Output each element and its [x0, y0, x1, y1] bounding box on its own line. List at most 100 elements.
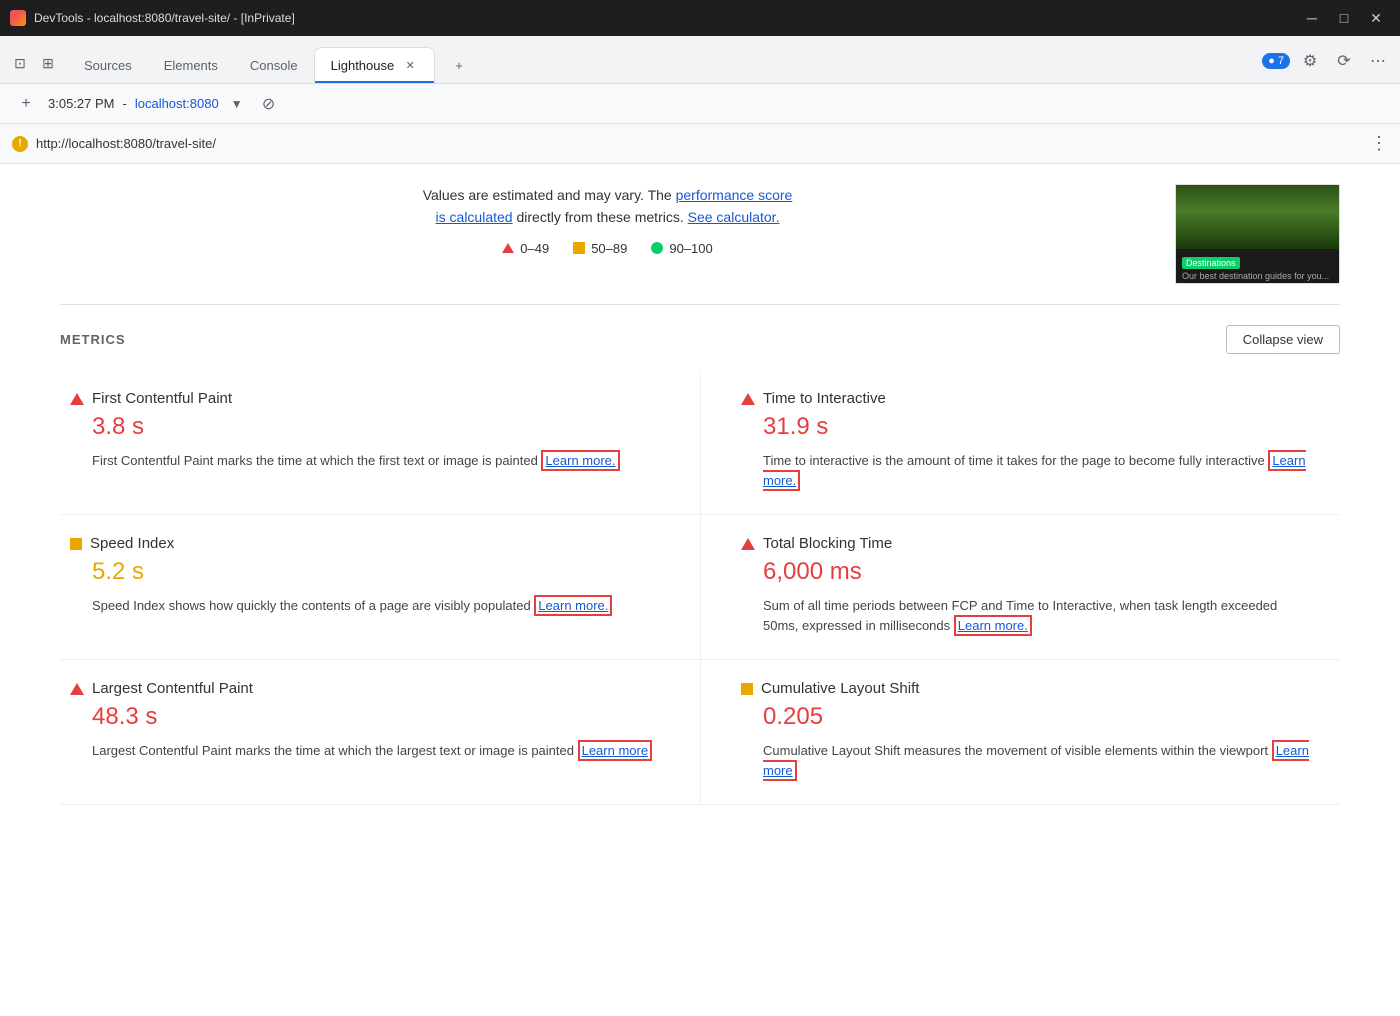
thumbnail: Destinations Our best destination guides…	[1175, 184, 1340, 284]
tab-lighthouse[interactable]: Lighthouse ✕	[314, 47, 436, 83]
thumbnail-bottom: Destinations Our best destination guides…	[1176, 249, 1339, 284]
top-section: Values are estimated and may vary. The p…	[60, 164, 1340, 294]
metric-fcp-icon	[70, 393, 84, 405]
sync-icon[interactable]: ⟳	[1330, 47, 1358, 75]
metric-tbt-title-row: Total Blocking Time	[741, 535, 1310, 552]
metrics-header: METRICS Collapse view	[60, 325, 1340, 354]
notification-icon: ●	[1268, 55, 1275, 67]
metric-cls-title: Cumulative Layout Shift	[761, 680, 919, 697]
metric-si-value: 5.2 s	[92, 558, 660, 586]
tab-elements-label: Elements	[164, 58, 218, 73]
metric-lcp-learn-more[interactable]: Learn more	[578, 740, 652, 761]
minimize-button[interactable]: ─	[1298, 4, 1326, 32]
metric-cls-value: 0.205	[763, 703, 1310, 731]
metric-tti: Time to Interactive 31.9 s Time to inter…	[700, 370, 1340, 515]
metric-lcp-title-row: Largest Contentful Paint	[70, 680, 660, 697]
metric-tbt: Total Blocking Time 6,000 ms Sum of all …	[700, 515, 1340, 660]
metric-cls: Cumulative Layout Shift 0.205 Cumulative…	[700, 660, 1340, 805]
collapse-view-button[interactable]: Collapse view	[1226, 325, 1340, 354]
thumbnail-caption: Our best destination guides for you...	[1182, 271, 1333, 281]
divider	[60, 304, 1340, 305]
tab-lighthouse-label: Lighthouse	[331, 58, 395, 73]
desc-text: Values are estimated and may vary. The	[423, 187, 676, 203]
tab-sources[interactable]: Sources	[68, 47, 148, 83]
metric-fcp-title: First Contentful Paint	[92, 390, 232, 407]
metric-tbt-desc: Sum of all time periods between FCP and …	[763, 596, 1310, 635]
legend: 0–49 50–89 90–100	[60, 241, 1155, 256]
metric-tbt-value: 6,000 ms	[763, 558, 1310, 586]
urlbar-text: http://localhost:8080/travel-site/	[36, 136, 1362, 151]
metric-si-title: Speed Index	[90, 535, 174, 552]
metric-cls-desc: Cumulative Layout Shift measures the mov…	[763, 741, 1310, 780]
metric-fcp-desc: First Contentful Paint marks the time at…	[92, 451, 660, 471]
metric-lcp-title: Largest Contentful Paint	[92, 680, 253, 697]
metric-si: Speed Index 5.2 s Speed Index shows how …	[60, 515, 700, 660]
legend-green-label: 90–100	[669, 241, 712, 256]
legend-orange: 50–89	[573, 241, 627, 256]
titlebar: DevTools - localhost:8080/travel-site/ -…	[0, 0, 1400, 36]
tab-add-icon: +	[455, 58, 463, 73]
add-icon[interactable]: +	[12, 90, 40, 118]
titlebar-title: DevTools - localhost:8080/travel-site/ -…	[34, 11, 1290, 25]
metric-si-desc: Speed Index shows how quickly the conten…	[92, 596, 660, 616]
metric-fcp-title-row: First Contentful Paint	[70, 390, 660, 407]
metric-tti-desc: Time to interactive is the amount of tim…	[763, 451, 1310, 490]
metric-tti-title: Time to Interactive	[763, 390, 886, 407]
metric-si-learn-more[interactable]: Learn more.	[534, 595, 612, 616]
legend-orange-icon	[573, 242, 585, 254]
thumbnail-image	[1176, 185, 1339, 249]
toolbar-url[interactable]: localhost:8080	[135, 96, 219, 111]
toolbar-dropdown[interactable]: ▼	[231, 97, 243, 111]
legend-red-label: 0–49	[520, 241, 549, 256]
metric-tti-value: 31.9 s	[763, 413, 1310, 441]
legend-green: 90–100	[651, 241, 712, 256]
legend-orange-label: 50–89	[591, 241, 627, 256]
metric-tbt-title: Total Blocking Time	[763, 535, 892, 552]
metric-fcp-value: 3.8 s	[92, 413, 660, 441]
tab-add-button[interactable]: +	[439, 47, 479, 83]
top-description: Values are estimated and may vary. The p…	[60, 184, 1155, 284]
main-content: Values are estimated and may vary. The p…	[0, 164, 1400, 1016]
see-calculator-link[interactable]: See calculator.	[688, 209, 780, 225]
urlbar-more-button[interactable]: ⋮	[1370, 133, 1388, 154]
toolbar: + 3:05:27 PM - localhost:8080 ▼ ⊘	[0, 84, 1400, 124]
device-toggle-button[interactable]: ⊞	[36, 51, 60, 75]
tab-sources-label: Sources	[84, 58, 132, 73]
metric-cls-icon	[741, 683, 753, 695]
values-text: Values are estimated and may vary. The p…	[60, 184, 1155, 229]
settings-icon[interactable]: ⚙	[1296, 47, 1324, 75]
more-icon[interactable]: ⋯	[1364, 47, 1392, 75]
notification-badge[interactable]: ● 7	[1262, 53, 1290, 69]
close-button[interactable]: ✕	[1362, 4, 1390, 32]
metric-fcp: First Contentful Paint 3.8 s First Conte…	[60, 370, 700, 515]
metrics-grid: First Contentful Paint 3.8 s First Conte…	[60, 370, 1340, 805]
desc-middle: directly from these metrics.	[516, 209, 687, 225]
ban-icon[interactable]: ⊘	[255, 90, 283, 118]
security-icon: !	[12, 136, 28, 152]
tabbar: ⊡ ⊞ Sources Elements Console Lighthouse …	[0, 36, 1400, 84]
metric-cls-title-row: Cumulative Layout Shift	[741, 680, 1310, 697]
urlbar: ! http://localhost:8080/travel-site/ ⋮	[0, 124, 1400, 164]
tab-console-label: Console	[250, 58, 298, 73]
metric-lcp-icon	[70, 683, 84, 695]
metric-tbt-learn-more[interactable]: Learn more.	[954, 615, 1032, 636]
tab-nav-buttons: ⊡ ⊞	[8, 51, 60, 83]
tab-right-icons: ● 7 ⚙ ⟳ ⋯	[1262, 47, 1392, 83]
metric-fcp-learn-more[interactable]: Learn more.	[541, 450, 619, 471]
devtools-icon	[10, 10, 26, 26]
metric-lcp: Largest Contentful Paint 48.3 s Largest …	[60, 660, 700, 805]
restore-button[interactable]: □	[1330, 4, 1358, 32]
window-controls: ─ □ ✕	[1298, 4, 1390, 32]
cast-button[interactable]: ⊡	[8, 51, 32, 75]
metric-si-title-row: Speed Index	[70, 535, 660, 552]
metric-tbt-icon	[741, 538, 755, 550]
tab-console[interactable]: Console	[234, 47, 314, 83]
metric-tti-icon	[741, 393, 755, 405]
tab-elements[interactable]: Elements	[148, 47, 234, 83]
notification-count: 7	[1278, 55, 1284, 67]
tab-lighthouse-close[interactable]: ✕	[402, 57, 418, 73]
metric-lcp-desc: Largest Contentful Paint marks the time …	[92, 741, 660, 761]
metrics-label: METRICS	[60, 332, 126, 347]
legend-red-icon	[502, 243, 514, 253]
metric-si-icon	[70, 538, 82, 550]
